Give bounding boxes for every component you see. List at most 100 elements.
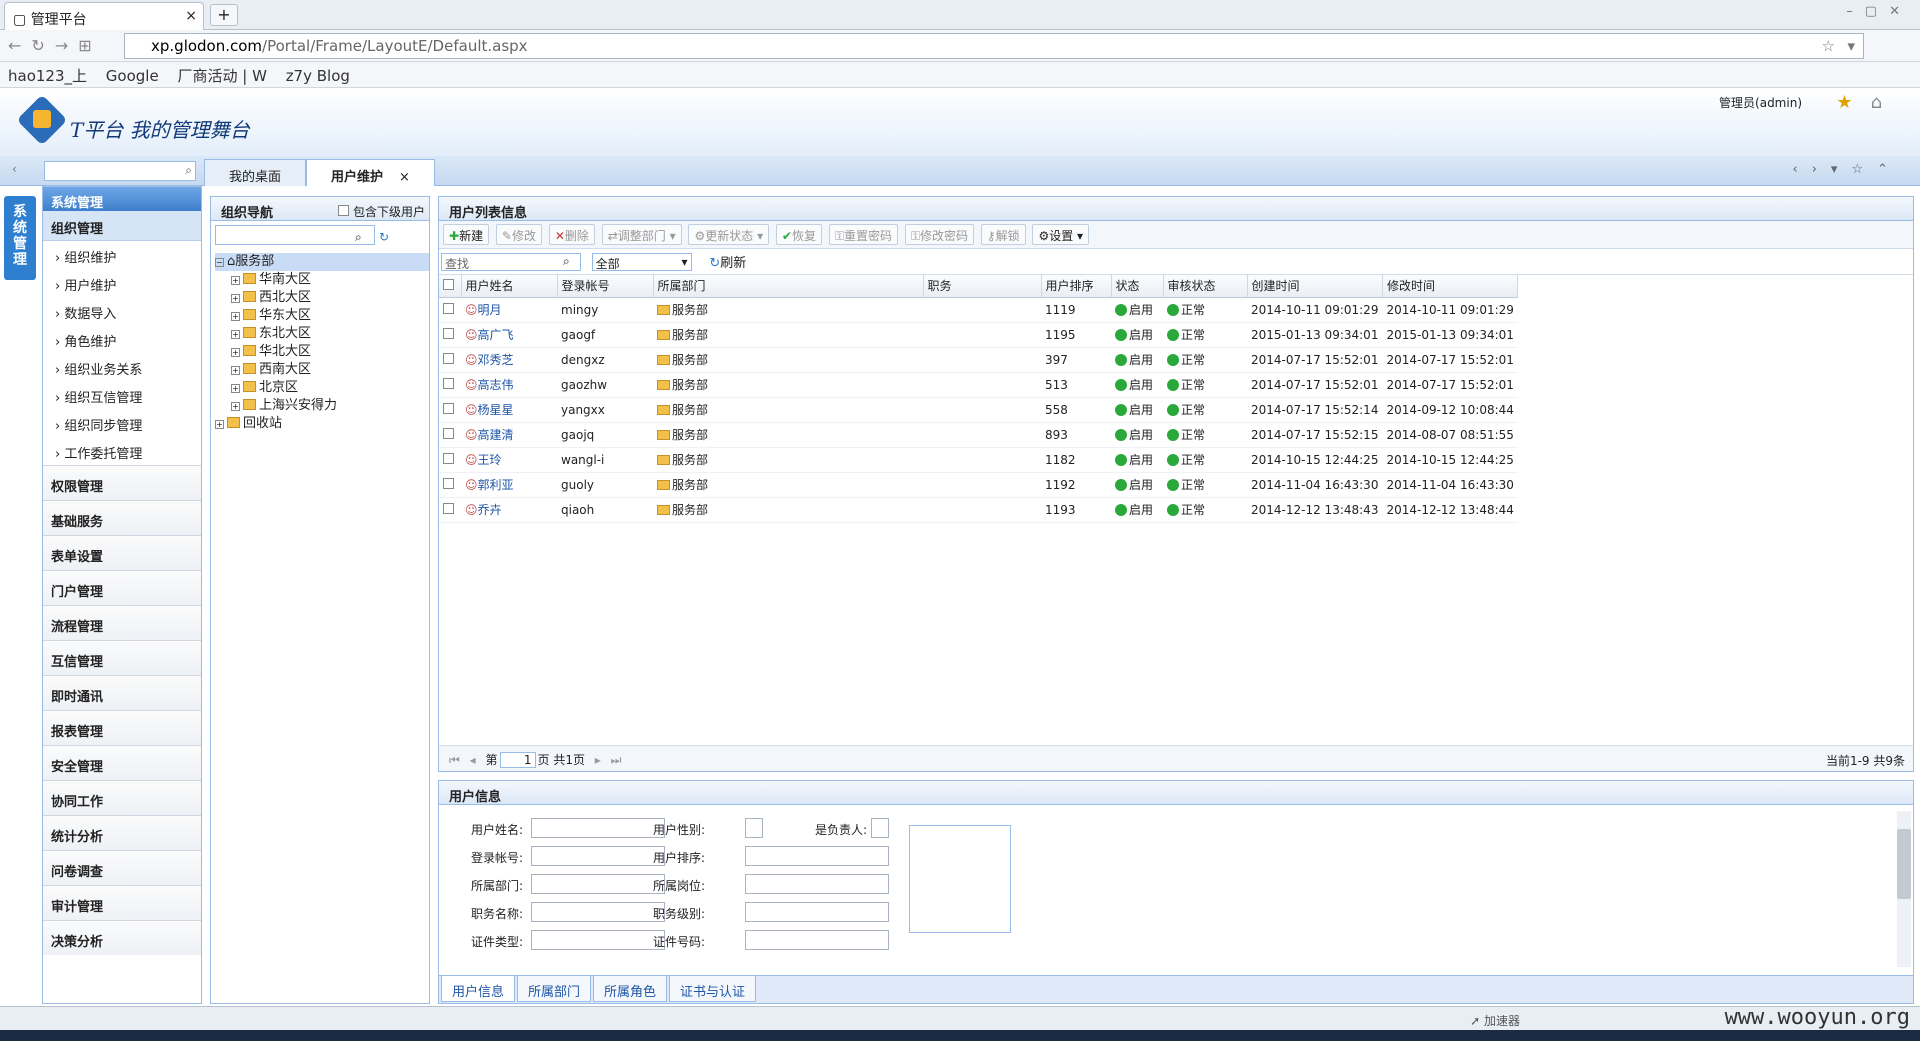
collapse-icon[interactable]: ‹: [12, 162, 17, 176]
first-page-icon[interactable]: ⏮: [449, 753, 460, 767]
refresh-button[interactable]: ↻刷新: [709, 252, 746, 271]
row-checkbox-cell[interactable]: [439, 322, 461, 348]
menu-category[interactable]: 决策分析: [43, 920, 201, 955]
expand-icon[interactable]: +: [231, 312, 240, 321]
row-checkbox-cell[interactable]: [439, 297, 461, 323]
sidebar-item[interactable]: › 组织业务关系: [43, 353, 201, 381]
tab-list-icon[interactable]: ▾: [1831, 162, 1852, 177]
menu-category[interactable]: 问卷调查: [43, 850, 201, 885]
checkbox-icon[interactable]: [443, 278, 454, 290]
refresh-icon[interactable]: ↻: [379, 230, 389, 244]
accelerator[interactable]: ➚ 加速器: [1470, 1012, 1520, 1029]
expand-icon[interactable]: +: [231, 276, 240, 285]
name-cell[interactable]: ☺乔卉: [461, 497, 557, 523]
table-row[interactable]: ☺邓秀芝 dengxz 服务部 397 启用 正常 2014-07-17 15:52:01 2…: [439, 347, 1518, 373]
column-header[interactable]: 修改时间: [1382, 275, 1519, 298]
row-checkbox-cell[interactable]: [439, 447, 461, 473]
name-cell[interactable]: ☺杨星星: [461, 397, 557, 423]
close-icon[interactable]: ×: [185, 8, 197, 24]
tree-node-recycle[interactable]: + 回收站: [215, 415, 429, 433]
user-name[interactable]: 高建清: [478, 428, 514, 442]
user-name[interactable]: 高志伟: [478, 378, 514, 392]
checkbox-icon[interactable]: [443, 427, 454, 439]
table-row[interactable]: ☺明月 mingy 服务部 1119 启用 正常 2014-10-11 09:01:29 20…: [439, 297, 1518, 323]
status-select[interactable]: 全部 ▾: [591, 252, 692, 271]
tree-node[interactable]: + 西南大区: [215, 361, 429, 379]
checkbox-icon[interactable]: [443, 452, 454, 464]
row-checkbox-cell[interactable]: [439, 497, 461, 523]
expand-icon[interactable]: +: [215, 420, 224, 429]
tree-node[interactable]: + 北京区: [215, 379, 429, 397]
edit-button[interactable]: ✎修改: [495, 224, 542, 245]
checkbox-icon[interactable]: [443, 402, 454, 414]
tree-node[interactable]: + 华东大区: [215, 307, 429, 325]
post-field[interactable]: [745, 874, 889, 894]
org-search-input[interactable]: [215, 225, 375, 245]
menu-category[interactable]: 门户管理: [43, 570, 201, 605]
row-checkbox-cell[interactable]: [439, 372, 461, 398]
favorite-icon[interactable]: ★: [1836, 92, 1870, 113]
name-cell[interactable]: ☺郭利亚: [461, 472, 557, 498]
menu-group-org[interactable]: 组织管理: [43, 211, 201, 241]
menu-search-input[interactable]: ⌕: [44, 161, 196, 181]
url-input[interactable]: xp.glodon.com/Portal/Frame/LayoutE/Defau…: [124, 33, 1864, 59]
home-icon[interactable]: ⌂: [1871, 92, 1900, 113]
tab-user-maintenance[interactable]: 用户维护 ×: [306, 159, 435, 186]
menu-category[interactable]: 表单设置: [43, 535, 201, 570]
info-tab[interactable]: 所属部门: [517, 976, 592, 1002]
sidebar-item[interactable]: › 组织互信管理: [43, 381, 201, 409]
tree-node-root[interactable]: − ⌂服务部: [215, 253, 429, 271]
checkbox-icon[interactable]: [443, 302, 454, 314]
close-window-icon[interactable]: ✕: [1889, 4, 1912, 19]
level-field[interactable]: [745, 902, 889, 922]
user-name[interactable]: 郭利亚: [478, 478, 514, 492]
select-all-cell[interactable]: [439, 275, 462, 298]
reset-password-button[interactable]: ⚿重置密码: [828, 224, 898, 245]
back-icon[interactable]: ←: [8, 36, 31, 55]
menu-category[interactable]: 统计分析: [43, 815, 201, 850]
dropdown-icon[interactable]: ▾: [1847, 37, 1855, 55]
sidebar-item[interactable]: › 用户维护: [43, 269, 201, 297]
column-header[interactable]: 用户排序: [1041, 275, 1112, 298]
table-row[interactable]: ☺乔卉 qiaoh 服务部 1193 启用 正常 2014-12-12 13:48:43 20…: [439, 497, 1518, 523]
menu-category[interactable]: 基础服务: [43, 500, 201, 535]
menu-category[interactable]: 安全管理: [43, 745, 201, 780]
search-icon[interactable]: ⌕: [355, 230, 362, 245]
name-cell[interactable]: ☺王玲: [461, 447, 557, 473]
star-icon[interactable]: ☆: [1822, 37, 1835, 55]
row-checkbox-cell[interactable]: [439, 347, 461, 373]
admin-user[interactable]: 管理员(admin): [1719, 94, 1802, 111]
checkbox-icon[interactable]: [443, 477, 454, 489]
user-name[interactable]: 邓秀芝: [478, 353, 514, 367]
expand-icon[interactable]: +: [231, 402, 240, 411]
menu-category[interactable]: 互信管理: [43, 640, 201, 675]
unlock-button[interactable]: ⚷解锁: [980, 224, 1026, 245]
tab-desktop[interactable]: 我的桌面: [204, 159, 307, 186]
info-tab[interactable]: 用户信息: [441, 976, 516, 1002]
name-cell[interactable]: ☺明月: [461, 297, 557, 323]
move-dept-button[interactable]: ⇄调整部门 ▾: [601, 224, 682, 245]
row-checkbox-cell[interactable]: [439, 397, 461, 423]
gender-field[interactable]: [745, 818, 763, 838]
tree-node[interactable]: + 华南大区: [215, 271, 429, 289]
checkbox-icon[interactable]: [338, 205, 350, 216]
user-name[interactable]: 高广飞: [478, 328, 514, 342]
grid-icon[interactable]: ⊞: [78, 36, 101, 55]
table-row[interactable]: ☺王玲 wangl-i 服务部 1182 启用 正常 2014-10-15 12:44:25…: [439, 447, 1518, 473]
bookmark[interactable]: z7y Blog: [286, 67, 350, 85]
tree-node[interactable]: + 上海兴安得力: [215, 397, 429, 415]
checkbox-icon[interactable]: [443, 352, 454, 364]
row-checkbox-cell[interactable]: [439, 422, 461, 448]
menu-category[interactable]: 权限管理: [43, 465, 201, 500]
tree-node[interactable]: + 东北大区: [215, 325, 429, 343]
sidebar-item[interactable]: › 组织维护: [43, 241, 201, 269]
row-checkbox-cell[interactable]: [439, 472, 461, 498]
table-row[interactable]: ☺杨星星 yangxx 服务部 558 启用 正常 2014-07-17 15:52:14 2…: [439, 397, 1518, 423]
column-header[interactable]: 用户姓名: [461, 275, 558, 298]
new-button[interactable]: ✚新建: [443, 224, 490, 245]
maximize-icon[interactable]: ▢: [1865, 4, 1889, 19]
column-header[interactable]: 登录帐号: [557, 275, 654, 298]
minimize-icon[interactable]: –: [1846, 4, 1865, 19]
delete-button[interactable]: ✕删除: [548, 224, 595, 245]
user-name[interactable]: 明月: [478, 303, 502, 317]
